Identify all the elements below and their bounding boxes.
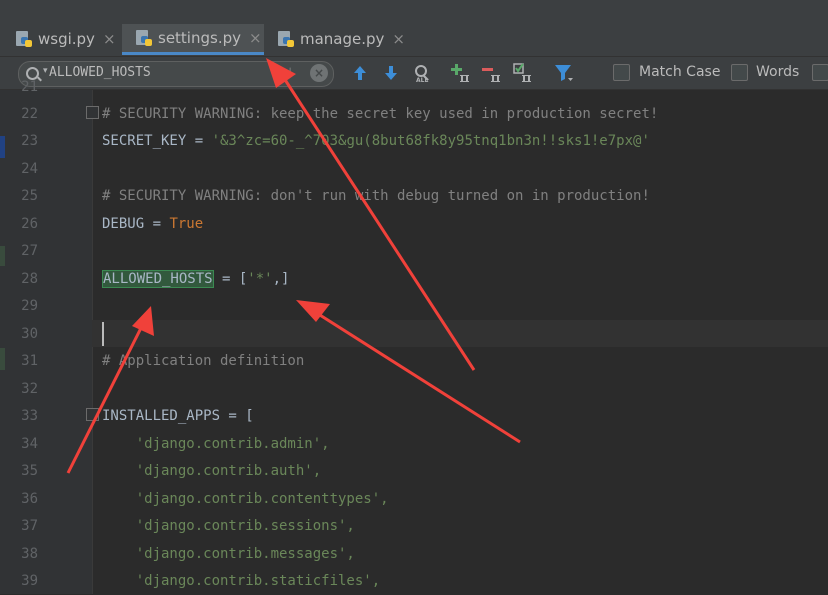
code-line-comment[interactable]: # Application definition — [102, 348, 304, 375]
fold-marker-icon[interactable] — [86, 106, 99, 119]
code-line-app[interactable]: 'django.contrib.auth', — [102, 458, 321, 485]
filter-icon — [555, 65, 573, 81]
words-label[interactable]: Words — [756, 64, 799, 80]
code-line-app[interactable]: 'django.contrib.admin', — [102, 431, 330, 458]
find-all-button[interactable]: ALL — [412, 62, 434, 84]
code-keyword: True — [169, 216, 204, 232]
find-all-icon: ALL — [415, 65, 429, 83]
search-input[interactable]: ▾ ALLOWED_HOSTS ↵ × — [18, 61, 334, 87]
line-number: 36 — [21, 491, 38, 507]
line-number: 37 — [21, 518, 38, 534]
search-match-highlight: ALLOWED_HOSTS — [102, 270, 214, 288]
line-number: 31 — [21, 353, 38, 369]
code-line-installed-apps[interactable]: INSTALLED_APPS = [ — [102, 403, 254, 430]
tab-label: manage.py — [300, 30, 385, 48]
remove-selection-icon — [482, 68, 500, 82]
line-number: 27 — [21, 243, 38, 259]
regex-checkbox[interactable] — [812, 64, 828, 81]
code-token: ,] — [272, 271, 290, 287]
line-number: 22 — [21, 106, 38, 122]
tab-wsgi[interactable]: wsgi.py × — [0, 24, 122, 54]
python-file-icon — [16, 31, 32, 47]
close-icon[interactable]: × — [249, 29, 262, 47]
words-checkbox[interactable] — [731, 64, 748, 81]
tab-label: wsgi.py — [38, 30, 95, 48]
line-number: 35 — [21, 463, 38, 479]
code-string: '&3^zc=60-_^703&gu(8but68fk8y95tnq1bn3n!… — [211, 133, 650, 149]
line-number-gutter: 21 22 23 24 25 26 27 28 29 30 31 32 33 3… — [0, 79, 99, 594]
code-token: DEBUG = — [102, 216, 170, 232]
python-file-icon — [278, 31, 294, 47]
new-line-icon[interactable]: ↵ — [281, 63, 294, 81]
current-line-highlight — [92, 320, 828, 347]
add-selection-icon — [451, 64, 469, 82]
code-token: = [ — [213, 271, 248, 287]
arrow-down-icon — [385, 66, 397, 80]
line-number: 30 — [21, 326, 38, 342]
window-top-strip — [0, 0, 828, 24]
svg-text:ALL: ALL — [416, 77, 428, 83]
tab-label: settings.py — [158, 29, 241, 47]
line-number: 29 — [21, 298, 38, 314]
line-number: 21 — [21, 79, 38, 95]
match-case-checkbox[interactable] — [613, 64, 630, 81]
arrow-up-icon — [354, 66, 366, 80]
code-line-comment[interactable]: # SECURITY WARNING: keep the secret key … — [102, 101, 658, 128]
code-line-app[interactable]: 'django.contrib.staticfiles', — [102, 568, 380, 595]
filter-search-results-button[interactable] — [553, 62, 575, 84]
code-token: SECRET_KEY = — [102, 133, 212, 149]
clear-search-icon[interactable]: × — [310, 64, 328, 82]
find-bar: ▾ ALLOWED_HOSTS ↵ × ALL Match Case Words — [0, 57, 828, 90]
code-editor[interactable]: 21 22 23 24 25 26 27 28 29 30 31 32 33 3… — [0, 79, 828, 595]
text-caret — [102, 322, 104, 346]
select-all-occurrences-button[interactable] — [513, 62, 535, 84]
line-number: 33 — [21, 408, 38, 424]
line-number: 25 — [21, 188, 38, 204]
line-number: 24 — [21, 161, 38, 177]
line-number: 28 — [21, 271, 38, 287]
tab-manage[interactable]: manage.py × — [264, 24, 408, 54]
search-history-dropdown-icon[interactable]: ▾ — [43, 66, 48, 76]
line-number: 26 — [21, 216, 38, 232]
line-number: 32 — [21, 381, 38, 397]
line-number: 38 — [21, 546, 38, 562]
line-number: 34 — [21, 436, 38, 452]
code-line-app[interactable]: 'django.contrib.contenttypes', — [102, 486, 389, 513]
python-file-icon — [136, 30, 152, 46]
editor-tab-bar: wsgi.py × settings.py × manage.py × — [0, 24, 828, 57]
code-line-comment[interactable]: # SECURITY WARNING: don't run with debug… — [102, 183, 650, 210]
close-icon[interactable]: × — [392, 30, 405, 48]
select-all-occurrences-icon — [513, 63, 531, 82]
code-line-debug[interactable]: DEBUG = True — [102, 211, 203, 238]
search-query[interactable]: ALLOWED_HOSTS — [49, 65, 151, 80]
fold-marker-icon[interactable] — [86, 408, 99, 421]
code-line-secret-key[interactable]: SECRET_KEY = '&3^zc=60-_^703&gu(8but68fk… — [102, 128, 650, 155]
close-icon[interactable]: × — [103, 30, 116, 48]
tab-settings[interactable]: settings.py × — [122, 24, 264, 55]
line-number: 39 — [21, 573, 38, 589]
line-number: 23 — [21, 133, 38, 149]
match-case-label[interactable]: Match Case — [639, 64, 720, 80]
code-line-allowed-hosts[interactable]: ALLOWED_HOSTS = ['*',] — [102, 266, 289, 293]
code-line-app[interactable]: 'django.contrib.sessions', — [102, 513, 355, 540]
previous-occurrence-button[interactable] — [349, 62, 371, 84]
add-occurrence-button[interactable] — [451, 62, 473, 84]
remove-occurrence-button[interactable] — [482, 62, 504, 84]
code-string: '*' — [247, 271, 273, 287]
next-occurrence-button[interactable] — [380, 62, 402, 84]
code-line-app[interactable]: 'django.contrib.messages', — [102, 541, 355, 568]
